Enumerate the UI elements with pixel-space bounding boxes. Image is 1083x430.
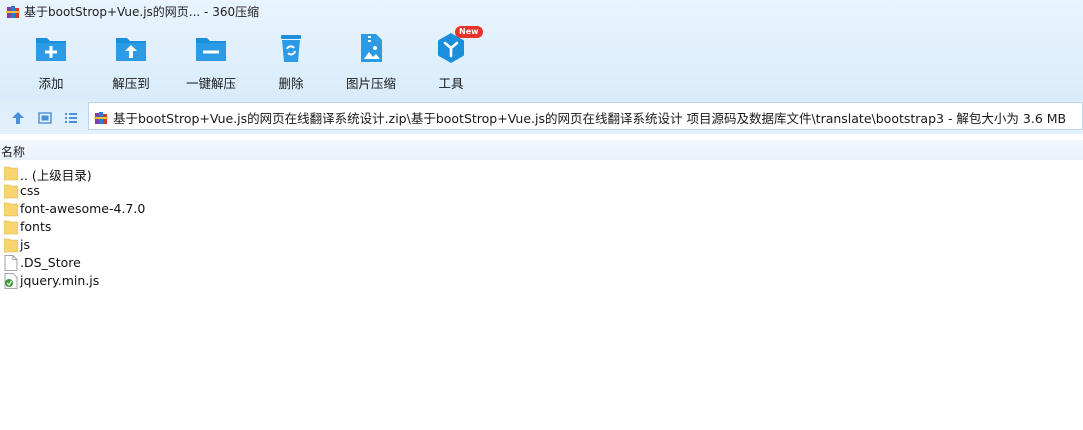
list-item-css[interactable]: css xyxy=(0,182,300,200)
extract-to-button[interactable]: 解压到 xyxy=(91,30,171,94)
file-name: font-awesome-4.7.0 xyxy=(20,201,146,216)
one-click-extract-button[interactable]: 一键解压 xyxy=(171,30,251,94)
add-folder-icon xyxy=(33,30,69,66)
folder-icon xyxy=(3,183,19,199)
title-bar: 基于bootStrop+Vue.js的网页... - 360压缩 xyxy=(0,0,1083,22)
delete-button[interactable]: 删除 xyxy=(251,30,331,94)
list-item-ds-store[interactable]: .DS_Store xyxy=(0,254,300,272)
folder-icon xyxy=(3,237,19,253)
archive-icon xyxy=(94,110,108,124)
column-header-name[interactable]: 名称 xyxy=(0,140,1083,160)
list-item-jquery[interactable]: jquery.min.js xyxy=(0,272,300,290)
list-item-js[interactable]: js xyxy=(0,236,300,254)
file-name: .DS_Store xyxy=(20,255,81,270)
file-list: .. (上级目录) css font-awesome-4.7.0 fonts j… xyxy=(0,164,300,290)
recycle-bin-icon xyxy=(273,30,309,66)
tools-cube-icon: New xyxy=(433,26,483,66)
folder-icon xyxy=(3,219,19,235)
blank-file-icon xyxy=(4,255,18,271)
file-name: css xyxy=(20,183,40,198)
list-item-parent-folder[interactable]: .. (上级目录) xyxy=(0,164,300,183)
image-compress-button-label: 图片压缩 xyxy=(345,76,396,91)
new-badge: New xyxy=(455,26,483,38)
window-title: 基于bootStrop+Vue.js的网页... - 360压缩 xyxy=(24,5,260,19)
folder-icon xyxy=(3,165,19,181)
winrar-books-icon xyxy=(6,4,20,18)
address-bar[interactable]: 基于bootStrop+Vue.js的网页在线翻译系统设计.zip\基于boot… xyxy=(88,102,1083,130)
list-item-font-awesome[interactable]: font-awesome-4.7.0 xyxy=(0,200,300,218)
tools-button[interactable]: New 工具 xyxy=(411,26,491,94)
toolbar-area: 基于bootStrop+Vue.js的网页... - 360压缩 添加 解压到 xyxy=(0,0,1083,100)
list-item-fonts[interactable]: fonts xyxy=(0,218,300,236)
address-path: 基于bootStrop+Vue.js的网页在线翻译系统设计.zip\基于boot… xyxy=(113,111,1067,126)
add-button-label: 添加 xyxy=(38,76,64,91)
file-name: js xyxy=(20,237,30,252)
file-name: fonts xyxy=(20,219,52,234)
file-name: jquery.min.js xyxy=(20,273,100,288)
image-compress-icon xyxy=(353,30,389,66)
one-click-extract-button-label: 一键解压 xyxy=(185,76,236,91)
add-button[interactable]: 添加 xyxy=(11,30,91,94)
column-name-label: 名称 xyxy=(1,145,26,159)
tools-button-label: 工具 xyxy=(438,76,464,91)
extract-to-button-label: 解压到 xyxy=(112,76,150,91)
list-view-icon[interactable] xyxy=(64,110,78,124)
image-compress-button[interactable]: 图片压缩 xyxy=(331,30,411,94)
up-arrow-icon[interactable] xyxy=(11,110,25,124)
thumbnail-view-icon[interactable] xyxy=(38,110,52,124)
extract-to-folder-icon xyxy=(113,30,149,66)
one-click-extract-icon xyxy=(193,30,229,66)
js-file-icon xyxy=(4,273,18,289)
folder-icon xyxy=(3,201,19,217)
delete-button-label: 删除 xyxy=(278,76,304,91)
